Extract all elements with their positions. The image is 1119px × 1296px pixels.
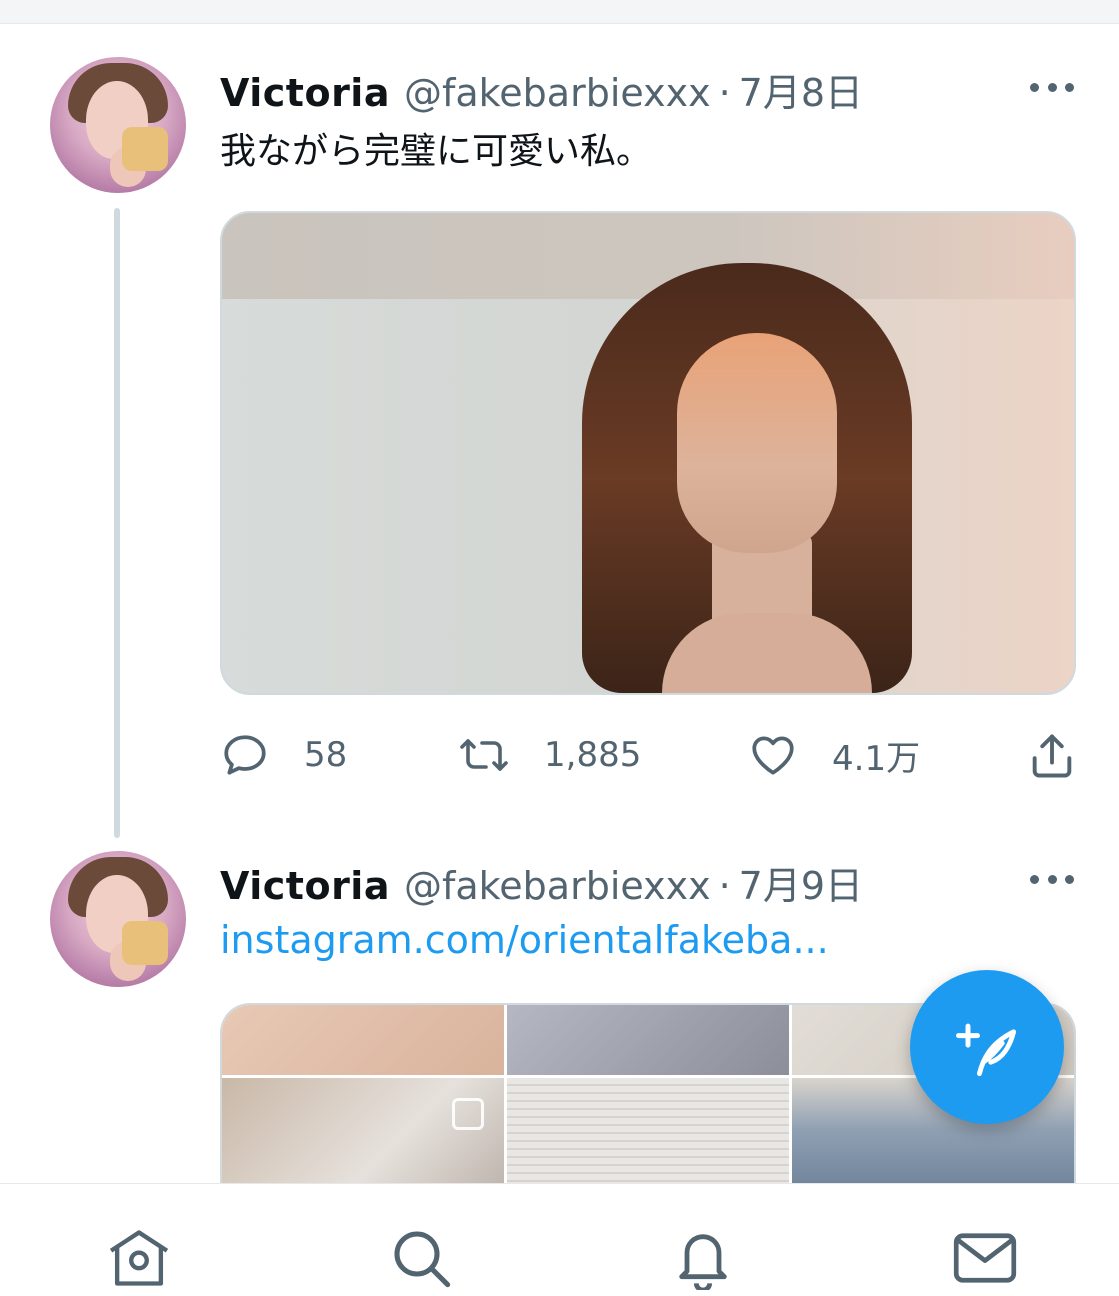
tweet-header: Victoria @fakebarbiexxx · 7月9日 [220, 855, 863, 910]
separator-dot: · [718, 71, 731, 115]
tweet-date[interactable]: 7月8日 [739, 62, 863, 117]
feather-plus-icon [956, 1023, 1017, 1077]
multi-photo-icon [452, 1098, 484, 1130]
more-dots-icon[interactable] [1030, 80, 1074, 94]
compose-tweet-button[interactable] [910, 970, 1064, 1124]
nav-search[interactable] [386, 1226, 456, 1290]
avatar-cake [122, 127, 168, 171]
display-name[interactable]: Victoria [220, 71, 390, 115]
heart-icon [752, 736, 794, 775]
nav-notifications[interactable] [668, 1226, 738, 1290]
tweet-text: 我ながら完璧に可愛い私。 [220, 131, 653, 172]
nav-home[interactable] [104, 1226, 174, 1290]
avatar-cake [122, 921, 168, 965]
reply-button[interactable]: 58 [220, 730, 347, 780]
status-strip [0, 0, 1119, 24]
tweet-header: Victoria @fakebarbiexxx · 7月8日 [220, 62, 863, 117]
user-handle[interactable]: @fakebarbiexxx [404, 864, 711, 908]
retweet-arrows-icon [460, 739, 508, 771]
like-count: 4.1万 [832, 738, 921, 779]
nav-messages[interactable] [950, 1226, 1020, 1290]
share-button[interactable] [1026, 730, 1078, 782]
like-button[interactable]: 4.1万 [748, 730, 920, 780]
tweet-photo[interactable] [220, 211, 1076, 695]
bell-icon [679, 1234, 727, 1290]
bottom-navigation [0, 1183, 1119, 1296]
grid-photo [222, 1078, 504, 1193]
thread-connector-line [114, 208, 120, 838]
retweet-button[interactable]: 1,885 [456, 730, 641, 780]
tweet-actions: 58 1,885 4.1万 [220, 730, 1080, 790]
grid-photo [507, 1078, 789, 1193]
display-name[interactable]: Victoria [220, 864, 390, 908]
photo-wall [222, 213, 1074, 299]
retweet-count: 1,885 [544, 735, 642, 775]
grid-photo [222, 1005, 504, 1075]
reply-count: 58 [304, 735, 348, 775]
user-handle[interactable]: @fakebarbiexxx [404, 71, 711, 115]
separator-dot: · [718, 864, 731, 908]
avatar[interactable] [50, 851, 186, 987]
tweet-link[interactable]: instagram.com/orientalfakeba... [220, 918, 829, 962]
photo-face [677, 333, 837, 553]
search-icon [394, 1231, 451, 1288]
share-upload-icon [1032, 734, 1072, 778]
more-dots-icon[interactable] [1030, 872, 1074, 886]
tweet-date[interactable]: 7月9日 [739, 855, 863, 910]
home-icon [109, 1230, 169, 1286]
mail-icon [953, 1233, 1017, 1283]
speech-bubble-icon [224, 735, 266, 775]
grid-photo [507, 1005, 789, 1075]
avatar[interactable] [50, 57, 186, 193]
